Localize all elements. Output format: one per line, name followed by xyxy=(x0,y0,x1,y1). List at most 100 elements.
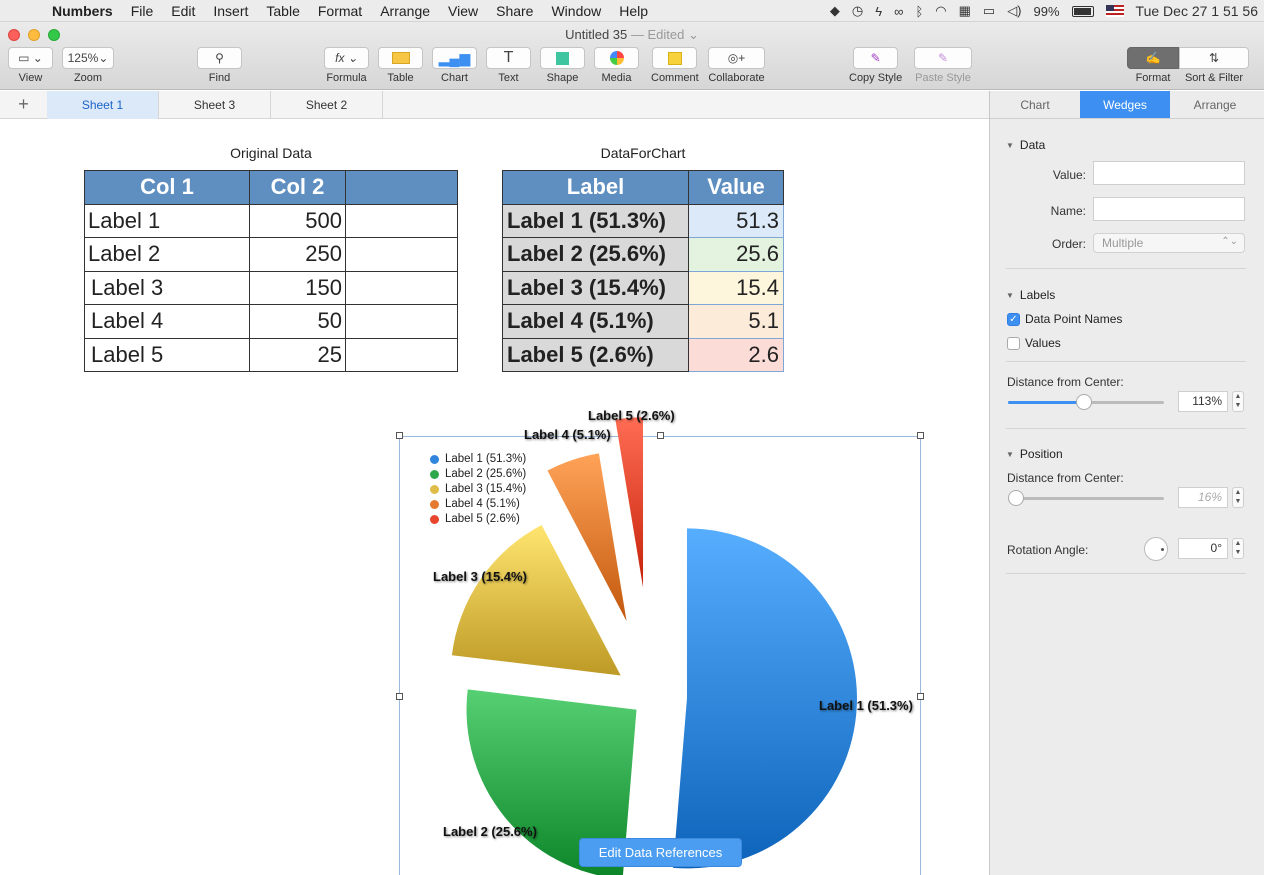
legend-label: Label 5 (2.6%) xyxy=(445,513,520,525)
slider-knob[interactable] xyxy=(1076,394,1092,410)
formula-button[interactable]: fx ⌄ xyxy=(324,47,369,69)
disclosure-triangle-icon: ▼ xyxy=(1006,140,1014,150)
magnifier-icon: ⚲ xyxy=(215,51,224,65)
chart-legend[interactable]: Label 1 (51.3%) Label 2 (25.6%) Label 3 … xyxy=(430,452,526,527)
menu-bar: Numbers File Edit Insert Table Format Ar… xyxy=(0,0,1264,22)
sort-filter-button[interactable]: ⇅ xyxy=(1179,47,1249,69)
tab-sheet-1[interactable]: Sheet 1 xyxy=(47,90,159,119)
position-distance-label: Distance from Center: xyxy=(1007,471,1124,485)
chart-label: Chart xyxy=(441,72,468,84)
value-field[interactable] xyxy=(1093,161,1245,185)
sheet-canvas[interactable]: Original Data Col 1 Col 2 Label 1 500 La… xyxy=(0,119,989,875)
pie-data-label: Label 2 (25.6%) xyxy=(443,824,537,839)
document-name: Untitled 35 xyxy=(565,27,628,42)
app-menu[interactable]: Numbers xyxy=(38,3,122,19)
tab-sheet-2[interactable]: Sheet 2 xyxy=(271,90,383,119)
label-distance-slider[interactable] xyxy=(1008,394,1164,410)
battery-percent[interactable]: 99% xyxy=(1034,4,1060,19)
format-button[interactable]: ✍ xyxy=(1127,47,1179,69)
position-distance-stepper[interactable]: ▲ ▼ xyxy=(1232,487,1244,508)
menu-format[interactable]: Format xyxy=(309,3,371,19)
inspector-tab-chart[interactable]: Chart xyxy=(990,91,1080,118)
view-label: View xyxy=(18,72,43,84)
view-button[interactable]: ▭ ⌄ xyxy=(8,47,53,69)
menu-window[interactable]: Window xyxy=(542,3,610,19)
name-field[interactable] xyxy=(1093,197,1245,221)
add-sheet-button[interactable]: + xyxy=(0,94,47,115)
position-section-header[interactable]: ▼ Position xyxy=(1006,447,1063,461)
pie-wedge[interactable] xyxy=(615,417,644,588)
legend-item: Label 4 (5.1%) xyxy=(430,497,526,512)
rotation-dial[interactable] xyxy=(1144,537,1168,561)
disclosure-triangle-icon: ▼ xyxy=(1006,290,1014,300)
data-section-header[interactable]: ▼ Data xyxy=(1006,138,1045,152)
comment-button[interactable] xyxy=(652,47,698,69)
menu-insert[interactable]: Insert xyxy=(204,3,257,19)
sort-filter-label: Sort & Filter xyxy=(1184,72,1244,84)
zoom-select[interactable]: 125% ⌄ xyxy=(62,47,114,69)
zoom-control: 125% ⌄ Zoom xyxy=(62,47,114,84)
dropbox-icon[interactable]: ◆ xyxy=(830,3,840,19)
edit-data-references-button[interactable]: Edit Data References xyxy=(579,838,742,867)
position-distance-slider[interactable] xyxy=(1008,490,1164,506)
find-button[interactable]: ⚲ xyxy=(197,47,242,69)
format-inspector: Chart Wedges Arrange ▼ Data Value: Name: … xyxy=(989,91,1264,875)
table-button[interactable] xyxy=(378,47,423,69)
bolt-icon[interactable]: ϟ xyxy=(875,4,882,19)
order-value: Multiple xyxy=(1102,236,1144,250)
airplay-icon[interactable]: ▭ xyxy=(983,3,995,19)
text-icon: T xyxy=(503,49,514,66)
document-status[interactable]: — Edited ⌄ xyxy=(631,27,699,42)
label-distance-field[interactable]: 113% xyxy=(1178,391,1228,412)
label-distance-stepper[interactable]: ▲ ▼ xyxy=(1232,391,1244,412)
disclosure-triangle-icon: ▼ xyxy=(1006,449,1014,459)
clock[interactable]: Tue Dec 27 1 51 56 xyxy=(1136,3,1258,19)
menu-file[interactable]: File xyxy=(122,3,163,19)
divider xyxy=(1006,268,1246,269)
zoom-label: Zoom xyxy=(73,72,103,84)
inspector-tab-wedges[interactable]: Wedges xyxy=(1080,91,1170,118)
rotation-angle-stepper[interactable]: ▲ ▼ xyxy=(1232,538,1244,559)
legend-item: Label 2 (25.6%) xyxy=(430,467,526,482)
menu-view[interactable]: View xyxy=(439,3,487,19)
wifi-icon[interactable]: ◠ xyxy=(935,3,946,19)
keyboard-icon[interactable]: ▦ xyxy=(959,3,971,19)
chart-button[interactable]: ▂▄▆ xyxy=(432,47,477,69)
copy-style-button[interactable]: ✎ xyxy=(853,47,899,69)
battery-icon[interactable] xyxy=(1071,5,1094,17)
legend-label: Label 1 (51.3%) xyxy=(445,453,527,465)
binoculars-icon[interactable]: ∞ xyxy=(894,4,903,19)
media-label: Media xyxy=(601,72,632,84)
shape-button[interactable] xyxy=(540,47,585,69)
position-distance-field[interactable]: 16% xyxy=(1178,487,1228,508)
time-machine-icon[interactable]: ◷ xyxy=(852,3,863,19)
pie-data-label: Label 5 (2.6%) xyxy=(588,408,675,423)
photos-icon xyxy=(609,51,624,65)
shape-label: Shape xyxy=(546,72,579,84)
order-select[interactable]: Multiple ⌃⌄ xyxy=(1093,233,1245,253)
bluetooth-icon[interactable]: ᛒ xyxy=(915,4,923,19)
media-button[interactable] xyxy=(594,47,639,69)
data-point-names-checkbox[interactable]: ✓ Data Point Names xyxy=(1007,312,1122,326)
legend-swatch xyxy=(430,470,439,479)
collaborate-button[interactable]: ◎+ xyxy=(708,47,765,69)
menu-table[interactable]: Table xyxy=(257,3,308,19)
paste-style-button[interactable]: ✎ xyxy=(914,47,972,69)
find-label: Find xyxy=(208,72,231,84)
labels-section-header[interactable]: ▼ Labels xyxy=(1006,288,1055,302)
menu-arrange[interactable]: Arrange xyxy=(371,3,439,19)
menu-help[interactable]: Help xyxy=(610,3,657,19)
divider xyxy=(1006,428,1246,429)
paste-brush-icon: ✎ xyxy=(937,51,949,65)
tab-sheet-3[interactable]: Sheet 3 xyxy=(159,90,271,119)
slider-knob[interactable] xyxy=(1008,490,1024,506)
values-checkbox[interactable]: Values xyxy=(1007,336,1061,350)
inspector-tab-arrange[interactable]: Arrange xyxy=(1170,91,1260,118)
volume-icon[interactable]: ◁) xyxy=(1007,3,1021,19)
format-sort-control: ✍ ⇅ Format Sort & Filter xyxy=(1127,47,1249,84)
menu-share[interactable]: Share xyxy=(487,3,542,19)
rotation-angle-field[interactable]: 0° xyxy=(1178,538,1228,559)
text-button[interactable]: T xyxy=(486,47,531,69)
menu-edit[interactable]: Edit xyxy=(162,3,204,19)
us-flag-icon[interactable] xyxy=(1105,5,1124,17)
